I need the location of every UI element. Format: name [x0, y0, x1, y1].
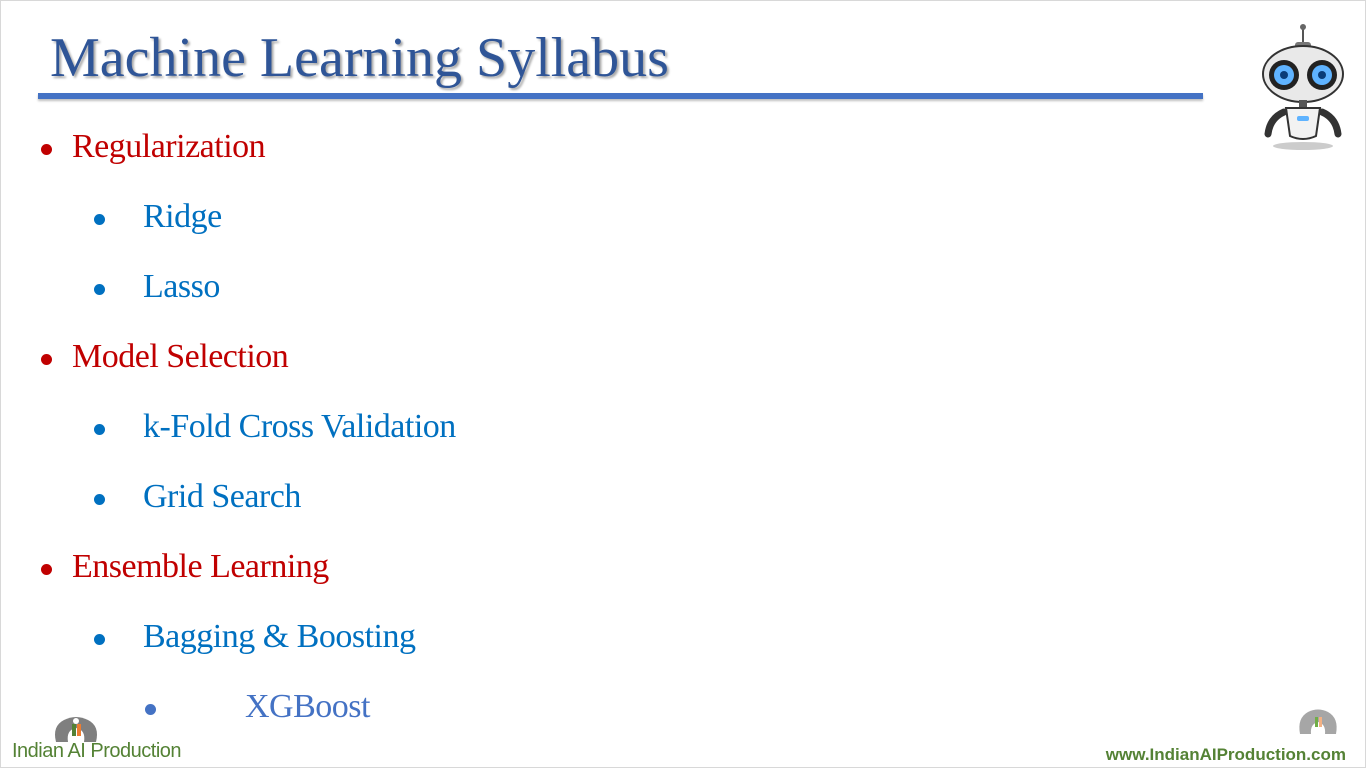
bullet-text: Model Selection: [72, 338, 289, 375]
bullet-dot: [145, 704, 156, 715]
bullet-text: Regularization: [72, 128, 266, 165]
bullet-dot: [94, 284, 105, 295]
bullet-dot: [94, 634, 105, 645]
robot-mascot-icon: [1262, 24, 1344, 150]
bullet-dot: [94, 424, 105, 435]
bullet-dot: [94, 214, 105, 225]
bullet-text: Ensemble Learning: [72, 548, 329, 585]
bullet-dot: [94, 494, 105, 505]
title-underline: [38, 93, 1203, 99]
bullet-text: Grid Search: [143, 478, 301, 515]
corner-logo-icon: [1299, 709, 1337, 734]
bullet-dot: [41, 564, 52, 575]
slide-title: Machine Learning Syllabus: [50, 27, 669, 89]
bullet-text: Ridge: [143, 198, 222, 235]
bullet-text: Lasso: [143, 268, 220, 305]
bullet-text: k-Fold Cross Validation: [143, 408, 456, 445]
bullet-dot: [41, 354, 52, 365]
bullet-text: XGBoost: [245, 688, 370, 725]
brand-name: Indian AI Production: [12, 740, 182, 762]
website-url: www.IndianAIProduction.com: [1105, 745, 1346, 764]
bullet-text: Bagging & Boosting: [143, 618, 416, 655]
bullet-dot: [41, 144, 52, 155]
